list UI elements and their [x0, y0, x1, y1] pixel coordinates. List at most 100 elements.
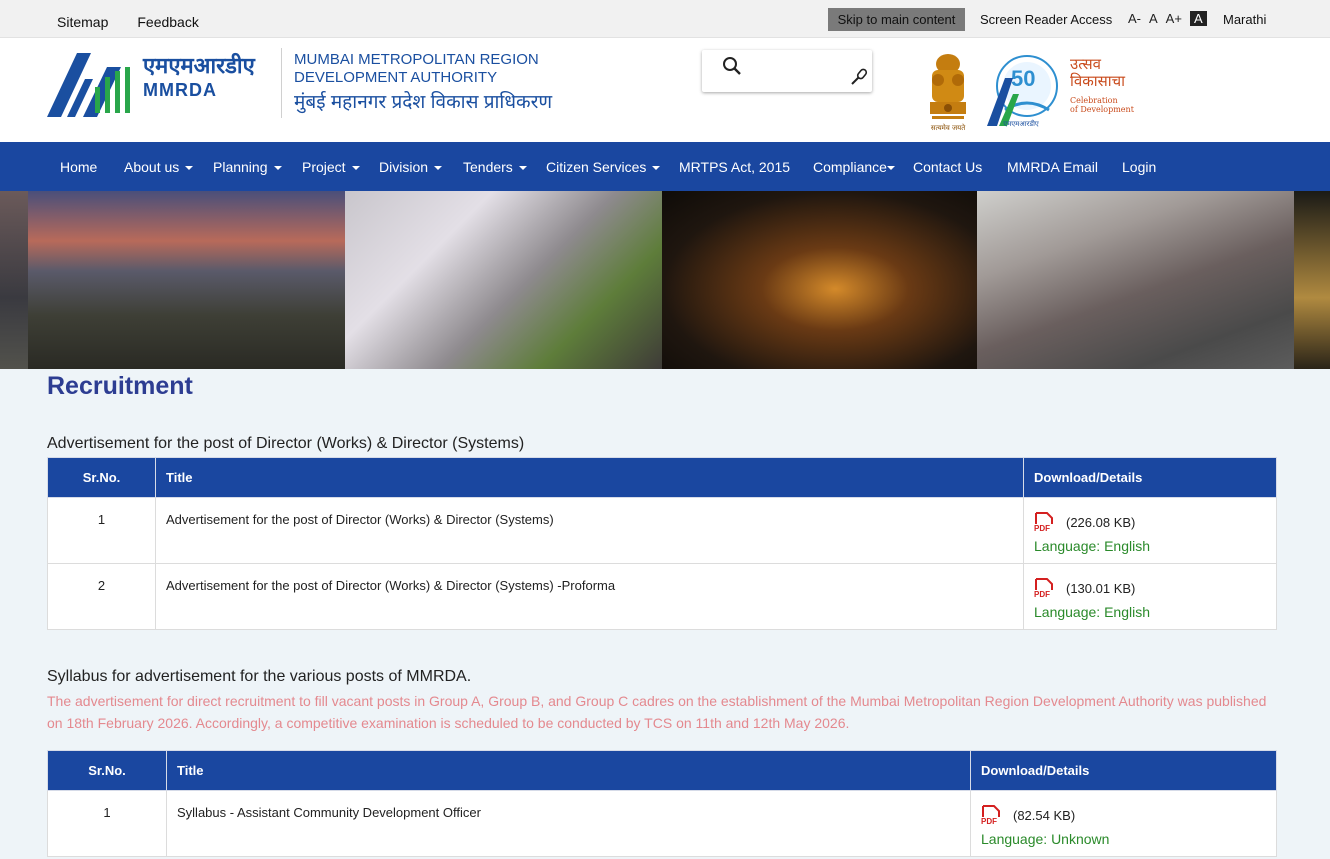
nav-project[interactable]: Project	[302, 159, 360, 175]
nav-project-label: Project	[302, 159, 346, 175]
recruitment-notice: The advertisement for direct recruitment…	[47, 693, 1267, 731]
nav-about-us[interactable]: About us	[124, 159, 194, 175]
50-years-anniversary-logo-icon: 50 एमएमआरडीए	[987, 55, 1058, 128]
logo-hindi-text: एमएमआरडीए	[143, 53, 255, 78]
nav-division[interactable]: Division	[379, 159, 443, 175]
pdf-label: PDF	[1034, 590, 1050, 598]
table-header-row: Sr.No. Title Download/Details	[47, 750, 1277, 791]
chevron-down-icon	[434, 166, 443, 171]
file-size: (226.08 KB)	[1066, 514, 1136, 530]
table-row: 2 Advertisement for the post of Director…	[47, 563, 1277, 630]
svg-text:50: 50	[1011, 66, 1035, 91]
font-increase-button[interactable]: A+	[1166, 11, 1182, 26]
pdf-download-link[interactable]: PDF (226.08 KB)	[1034, 512, 1266, 532]
nav-contact-us[interactable]: Contact Us	[913, 159, 982, 175]
nav-compliance[interactable]: Compliance	[813, 159, 895, 175]
cell-download: PDF (226.08 KB) Language: English	[1023, 497, 1277, 564]
pdf-label: PDF	[981, 817, 997, 825]
svg-text:एमएमआरडीए: एमएमआरडीए	[1003, 119, 1039, 128]
table-row: 1 Advertisement for the post of Director…	[47, 497, 1277, 564]
mmrda-logo-icon[interactable]	[47, 53, 131, 117]
nav-mmrda-email[interactable]: MMRDA Email	[1007, 159, 1098, 175]
microphone-icon[interactable]	[850, 68, 868, 86]
pdf-download-link[interactable]: PDF (82.54 KB)	[981, 805, 1266, 825]
cell-title: Advertisement for the post of Director (…	[155, 563, 1024, 630]
svg-text:सत्यमेव जयते: सत्यमेव जयते	[931, 123, 966, 132]
banner-image-metro-station	[977, 191, 1294, 369]
table-row: 1 Syllabus - Assistant Community Develop…	[47, 790, 1277, 857]
font-decrease-button[interactable]: A-	[1128, 11, 1141, 26]
utsav-hindi-line2: विकासाचा	[1070, 73, 1126, 90]
org-name-line1: MUMBAI METROPOLITAN REGION	[294, 51, 539, 68]
nav-citizen-label: Citizen Services	[546, 159, 647, 175]
file-language: Language: English	[1034, 538, 1150, 554]
banner-image-edge-left	[0, 191, 28, 369]
advertisement-table: Sr.No. Title Download/Details 1 Advertis…	[47, 457, 1277, 630]
utsav-english-line2: of Development	[1070, 105, 1134, 114]
banner-image-city-dusk	[28, 191, 345, 369]
nav-mrtps-label: MRTPS Act, 2015	[679, 159, 791, 175]
cell-title: Syllabus - Assistant Community Developme…	[166, 790, 971, 857]
syllabus-table: Sr.No. Title Download/Details 1 Syllabus…	[47, 750, 1277, 857]
chevron-down-icon	[351, 166, 360, 171]
sitemap-link[interactable]: Sitemap	[57, 14, 108, 30]
logo-english-text: MMRDA	[143, 80, 217, 100]
nav-compliance-label: Compliance	[813, 159, 887, 175]
file-size: (130.01 KB)	[1066, 580, 1136, 596]
chevron-down-icon	[273, 166, 282, 171]
nav-home[interactable]: Home	[60, 159, 97, 175]
org-name-english: MUMBAI METROPOLITAN REGION DEVELOPMENT A…	[294, 51, 539, 87]
main-navigation: Home About us Planning Project Division …	[0, 142, 1330, 191]
section-title-syllabus: Syllabus for advertisement for the vario…	[47, 668, 472, 685]
nav-planning[interactable]: Planning	[213, 159, 282, 175]
national-emblem-icon: सत्यमेव जयते	[930, 54, 966, 132]
chevron-down-icon	[518, 166, 527, 171]
org-name-line2: DEVELOPMENT AUTHORITY	[294, 69, 498, 86]
column-header-download: Download/Details	[1023, 457, 1277, 498]
file-language: Language: English	[1034, 604, 1150, 620]
utility-links: Sitemap Feedback	[57, 14, 199, 30]
logo-divider	[281, 48, 282, 118]
pdf-download-link[interactable]: PDF (130.01 KB)	[1034, 578, 1266, 598]
search-icon[interactable]	[722, 56, 742, 78]
table-header-row: Sr.No. Title Download/Details	[47, 457, 1277, 498]
site-header: एमएमआरडीए MMRDA MUMBAI METROPOLITAN REGI…	[0, 38, 1330, 142]
nav-email-label: MMRDA Email	[1007, 159, 1099, 175]
chevron-down-icon	[652, 166, 661, 171]
pdf-file-icon[interactable]: PDF	[981, 805, 1003, 825]
nav-citizen-services[interactable]: Citizen Services	[546, 159, 661, 175]
pdf-file-icon[interactable]: PDF	[1034, 578, 1056, 598]
cell-title: Advertisement for the post of Director (…	[155, 497, 1024, 564]
banner-image-flyover-night	[662, 191, 977, 369]
celebration-tagline: उत्सव विकासाचा Celebration of Developmen…	[1070, 56, 1134, 114]
cell-srno: 1	[47, 790, 167, 857]
pdf-label: PDF	[1034, 524, 1050, 532]
search-input[interactable]	[746, 58, 846, 82]
pdf-file-icon[interactable]: PDF	[1034, 512, 1056, 532]
feedback-link[interactable]: Feedback	[137, 14, 198, 30]
section-title-advertisement: Advertisement for the post of Director (…	[47, 435, 525, 452]
nav-login[interactable]: Login	[1122, 159, 1156, 175]
nav-mrtps-act[interactable]: MRTPS Act, 2015	[679, 159, 790, 175]
cell-srno: 2	[47, 563, 156, 630]
hero-banner	[0, 191, 1330, 369]
skip-to-main-button[interactable]: Skip to main content	[828, 8, 965, 31]
nav-login-label: Login	[1122, 159, 1157, 175]
cell-download: PDF (130.01 KB) Language: English	[1023, 563, 1277, 630]
utsav-english-line1: Celebration	[1070, 96, 1118, 105]
nav-tenders[interactable]: Tenders	[463, 159, 527, 175]
nav-contact-label: Contact Us	[913, 159, 983, 175]
top-utility-bar: Sitemap Feedback Skip to main content Sc…	[0, 0, 1330, 38]
file-language: Language: Unknown	[981, 831, 1110, 847]
font-normal-button[interactable]: A	[1149, 11, 1158, 26]
language-switch-link[interactable]: Marathi	[1223, 12, 1266, 27]
search-box	[702, 50, 872, 92]
column-header-download: Download/Details	[970, 750, 1277, 791]
nav-home-label: Home	[60, 159, 98, 175]
file-size: (82.54 KB)	[1013, 807, 1076, 823]
high-contrast-button[interactable]: A	[1189, 11, 1207, 26]
nav-tenders-label: Tenders	[463, 159, 513, 175]
cell-download: PDF (82.54 KB) Language: Unknown	[970, 790, 1277, 857]
column-header-title: Title	[166, 750, 971, 791]
screen-reader-link[interactable]: Screen Reader Access	[980, 12, 1112, 27]
